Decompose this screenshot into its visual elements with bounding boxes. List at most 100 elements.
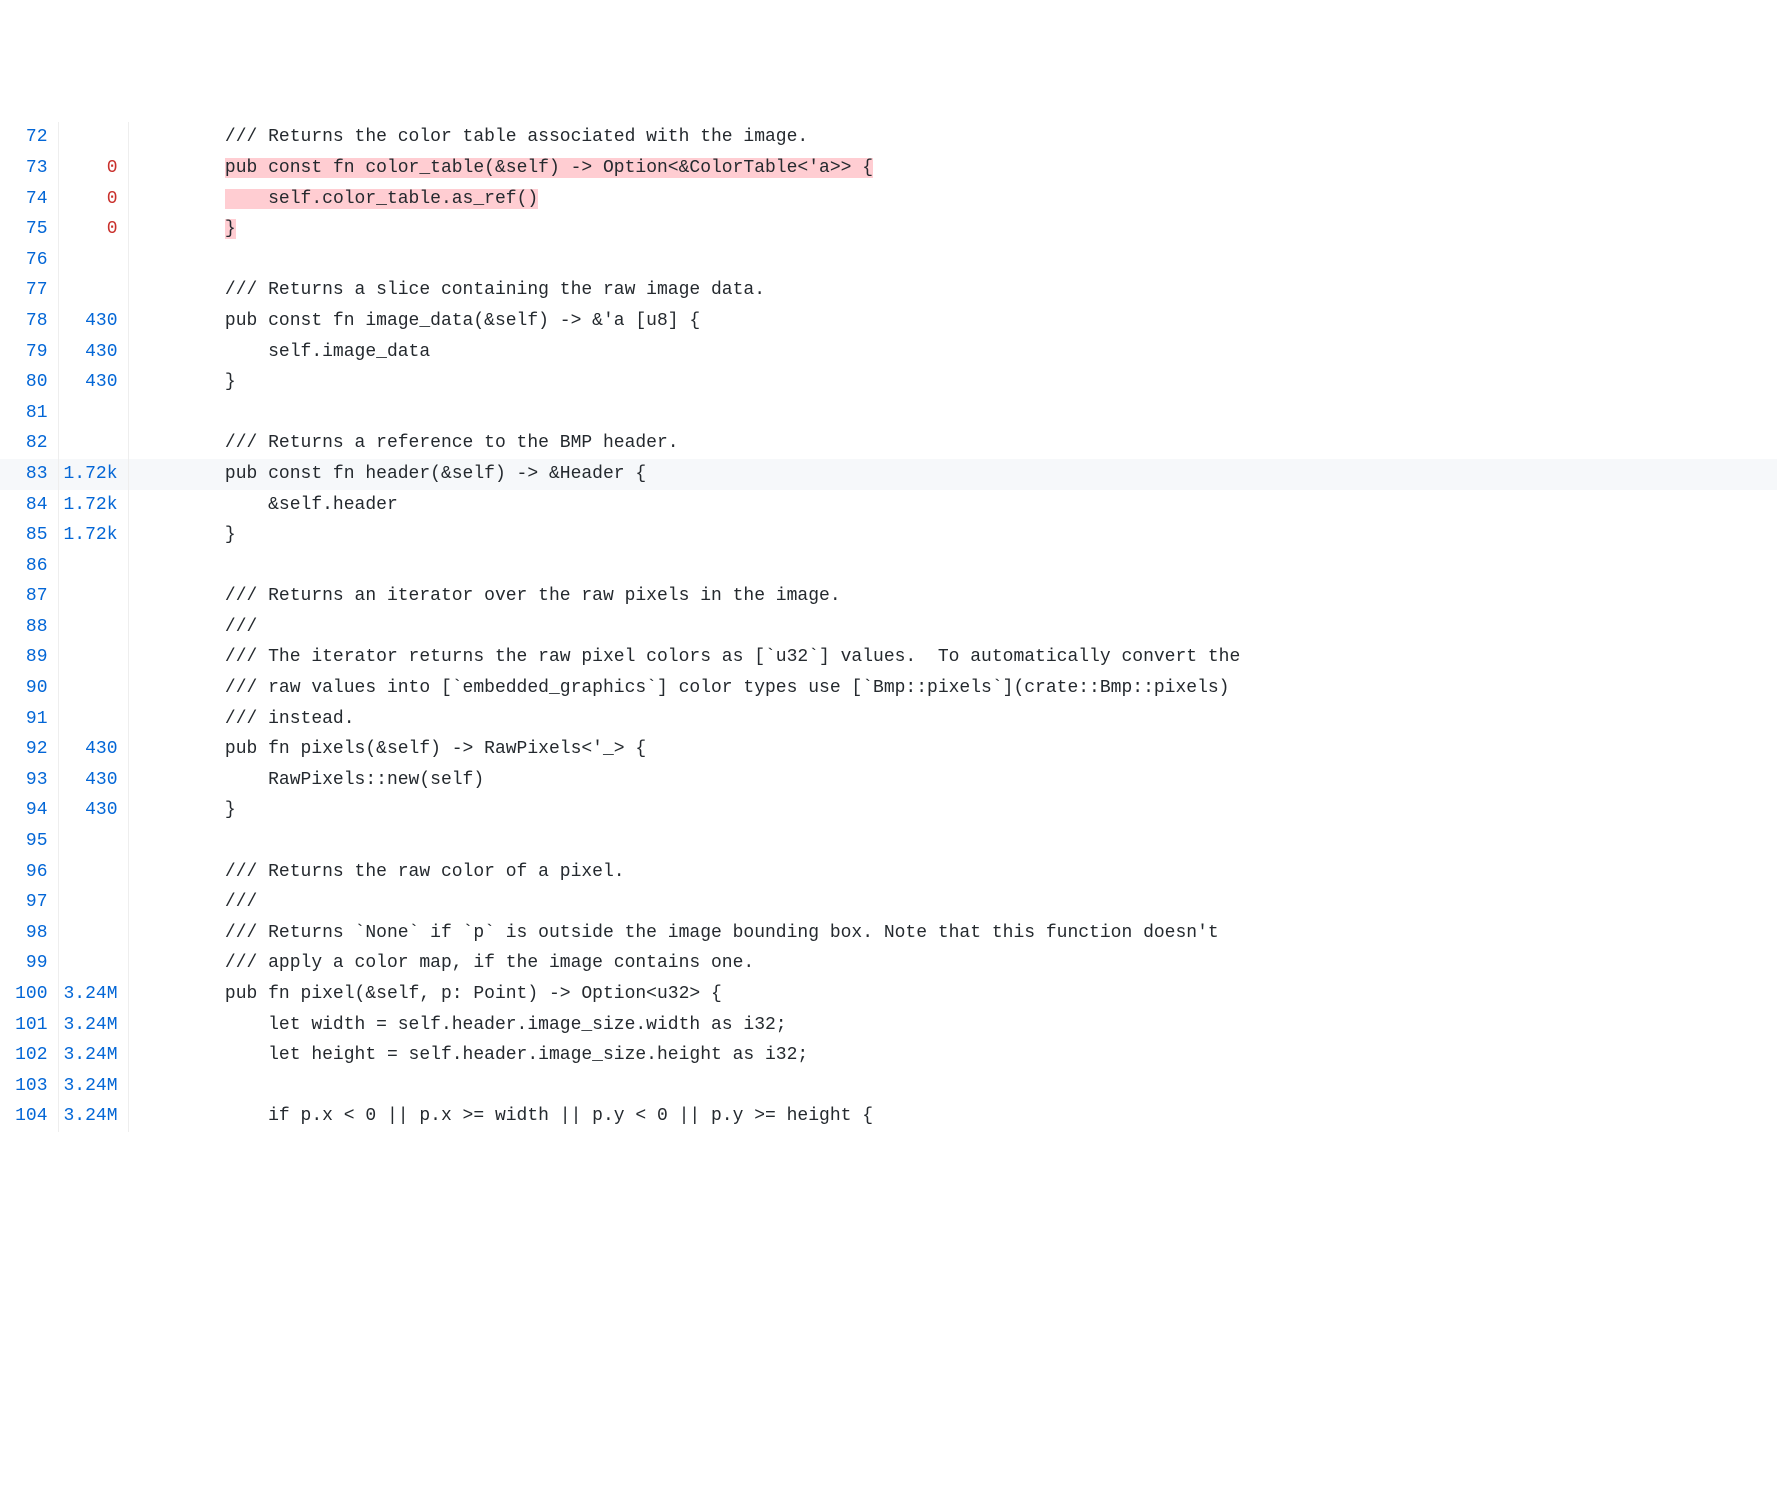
line-number[interactable]: 102 <box>0 1040 58 1071</box>
code-content[interactable]: pub fn pixels(&self) -> RawPixels<'_> { <box>128 734 1777 765</box>
line-number[interactable]: 72 <box>0 122 58 153</box>
code-line[interactable]: 99 /// apply a color map, if the image c… <box>0 948 1777 979</box>
line-number[interactable]: 75 <box>0 214 58 245</box>
code-line[interactable]: 851.72k } <box>0 520 1777 551</box>
code-content[interactable]: /// Returns the color table associated w… <box>128 122 1777 153</box>
code-content[interactable]: /// <box>128 612 1777 643</box>
code-line[interactable]: 730 pub const fn color_table(&self) -> O… <box>0 153 1777 184</box>
code-line[interactable]: 94430 } <box>0 795 1777 826</box>
line-number[interactable]: 79 <box>0 337 58 368</box>
code-line[interactable]: 80430 } <box>0 367 1777 398</box>
code-line[interactable]: 740 self.color_table.as_ref() <box>0 184 1777 215</box>
line-number[interactable]: 89 <box>0 642 58 673</box>
line-number[interactable]: 103 <box>0 1071 58 1102</box>
code-line[interactable]: 91 /// instead. <box>0 704 1777 735</box>
line-number[interactable]: 82 <box>0 428 58 459</box>
code-content[interactable] <box>128 398 1777 429</box>
code-content[interactable]: /// apply a color map, if the image cont… <box>128 948 1777 979</box>
line-number[interactable]: 90 <box>0 673 58 704</box>
code-content[interactable]: /// Returns a reference to the BMP heade… <box>128 428 1777 459</box>
code-line[interactable]: 88 /// <box>0 612 1777 643</box>
code-content[interactable]: } <box>128 520 1777 551</box>
code-content[interactable] <box>128 1071 1777 1102</box>
line-number[interactable]: 87 <box>0 581 58 612</box>
code-line[interactable]: 831.72k pub const fn header(&self) -> &H… <box>0 459 1777 490</box>
code-content[interactable]: /// Returns the raw color of a pixel. <box>128 857 1777 888</box>
code-content[interactable]: self.image_data <box>128 337 1777 368</box>
line-number[interactable]: 78 <box>0 306 58 337</box>
code-line[interactable]: 1033.24M <box>0 1071 1777 1102</box>
line-number[interactable]: 97 <box>0 887 58 918</box>
code-line[interactable]: 1023.24M let height = self.header.image_… <box>0 1040 1777 1071</box>
code-line[interactable]: 96 /// Returns the raw color of a pixel. <box>0 857 1777 888</box>
code-content[interactable]: pub const fn color_table(&self) -> Optio… <box>128 153 1777 184</box>
code-line[interactable]: 90 /// raw values into [`embedded_graphi… <box>0 673 1777 704</box>
code-content[interactable]: /// instead. <box>128 704 1777 735</box>
code-line[interactable]: 76 <box>0 245 1777 276</box>
code-content[interactable]: /// Returns a slice containing the raw i… <box>128 275 1777 306</box>
code-content[interactable]: /// raw values into [`embedded_graphics`… <box>128 673 1777 704</box>
code-line[interactable]: 1013.24M let width = self.header.image_s… <box>0 1010 1777 1041</box>
code-line[interactable]: 72 /// Returns the color table associate… <box>0 122 1777 153</box>
code-content[interactable]: pub const fn header(&self) -> &Header { <box>128 459 1777 490</box>
code-line[interactable]: 87 /// Returns an iterator over the raw … <box>0 581 1777 612</box>
line-number[interactable]: 98 <box>0 918 58 949</box>
code-content[interactable]: pub const fn image_data(&self) -> &'a [u… <box>128 306 1777 337</box>
line-number[interactable]: 74 <box>0 184 58 215</box>
code-content[interactable]: } <box>128 214 1777 245</box>
code-content[interactable]: &self.header <box>128 490 1777 521</box>
code-content[interactable] <box>128 551 1777 582</box>
line-number[interactable]: 91 <box>0 704 58 735</box>
code-content[interactable]: pub fn pixel(&self, p: Point) -> Option<… <box>128 979 1777 1010</box>
code-content[interactable]: /// The iterator returns the raw pixel c… <box>128 642 1777 673</box>
line-number[interactable]: 104 <box>0 1101 58 1132</box>
code-content[interactable]: let height = self.header.image_size.heig… <box>128 1040 1777 1071</box>
code-line[interactable]: 92430 pub fn pixels(&self) -> RawPixels<… <box>0 734 1777 765</box>
line-number[interactable]: 88 <box>0 612 58 643</box>
code-line[interactable]: 98 /// Returns `None` if `p` is outside … <box>0 918 1777 949</box>
line-number[interactable]: 84 <box>0 490 58 521</box>
line-number[interactable]: 80 <box>0 367 58 398</box>
code-content[interactable] <box>128 245 1777 276</box>
code-line[interactable]: 750 } <box>0 214 1777 245</box>
line-number[interactable]: 100 <box>0 979 58 1010</box>
code-content[interactable]: } <box>128 367 1777 398</box>
code-content[interactable]: /// Returns `None` if `p` is outside the… <box>128 918 1777 949</box>
code-line[interactable]: 86 <box>0 551 1777 582</box>
line-number[interactable]: 95 <box>0 826 58 857</box>
code-line[interactable]: 841.72k &self.header <box>0 490 1777 521</box>
code-line[interactable]: 1003.24M pub fn pixel(&self, p: Point) -… <box>0 979 1777 1010</box>
code-line[interactable]: 97 /// <box>0 887 1777 918</box>
code-line[interactable]: 95 <box>0 826 1777 857</box>
line-number[interactable]: 86 <box>0 551 58 582</box>
line-number[interactable]: 76 <box>0 245 58 276</box>
line-number[interactable]: 73 <box>0 153 58 184</box>
code-line[interactable]: 1043.24M if p.x < 0 || p.x >= width || p… <box>0 1101 1777 1132</box>
line-number[interactable]: 92 <box>0 734 58 765</box>
code-line[interactable]: 89 /// The iterator returns the raw pixe… <box>0 642 1777 673</box>
line-number[interactable]: 96 <box>0 857 58 888</box>
line-number[interactable]: 99 <box>0 948 58 979</box>
code-content[interactable]: /// Returns an iterator over the raw pix… <box>128 581 1777 612</box>
code-line[interactable]: 81 <box>0 398 1777 429</box>
code-content[interactable] <box>128 826 1777 857</box>
coverage-count: 1.72k <box>58 490 128 521</box>
line-number[interactable]: 93 <box>0 765 58 796</box>
code-line[interactable]: 79430 self.image_data <box>0 337 1777 368</box>
code-content[interactable]: RawPixels::new(self) <box>128 765 1777 796</box>
code-content[interactable]: /// <box>128 887 1777 918</box>
code-content[interactable]: if p.x < 0 || p.x >= width || p.y < 0 ||… <box>128 1101 1777 1132</box>
line-number[interactable]: 94 <box>0 795 58 826</box>
code-content[interactable]: } <box>128 795 1777 826</box>
line-number[interactable]: 77 <box>0 275 58 306</box>
code-line[interactable]: 93430 RawPixels::new(self) <box>0 765 1777 796</box>
code-line[interactable]: 82 /// Returns a reference to the BMP he… <box>0 428 1777 459</box>
code-content[interactable]: let width = self.header.image_size.width… <box>128 1010 1777 1041</box>
code-line[interactable]: 78430 pub const fn image_data(&self) -> … <box>0 306 1777 337</box>
line-number[interactable]: 83 <box>0 459 58 490</box>
line-number[interactable]: 81 <box>0 398 58 429</box>
line-number[interactable]: 101 <box>0 1010 58 1041</box>
code-line[interactable]: 77 /// Returns a slice containing the ra… <box>0 275 1777 306</box>
code-content[interactable]: self.color_table.as_ref() <box>128 184 1777 215</box>
line-number[interactable]: 85 <box>0 520 58 551</box>
